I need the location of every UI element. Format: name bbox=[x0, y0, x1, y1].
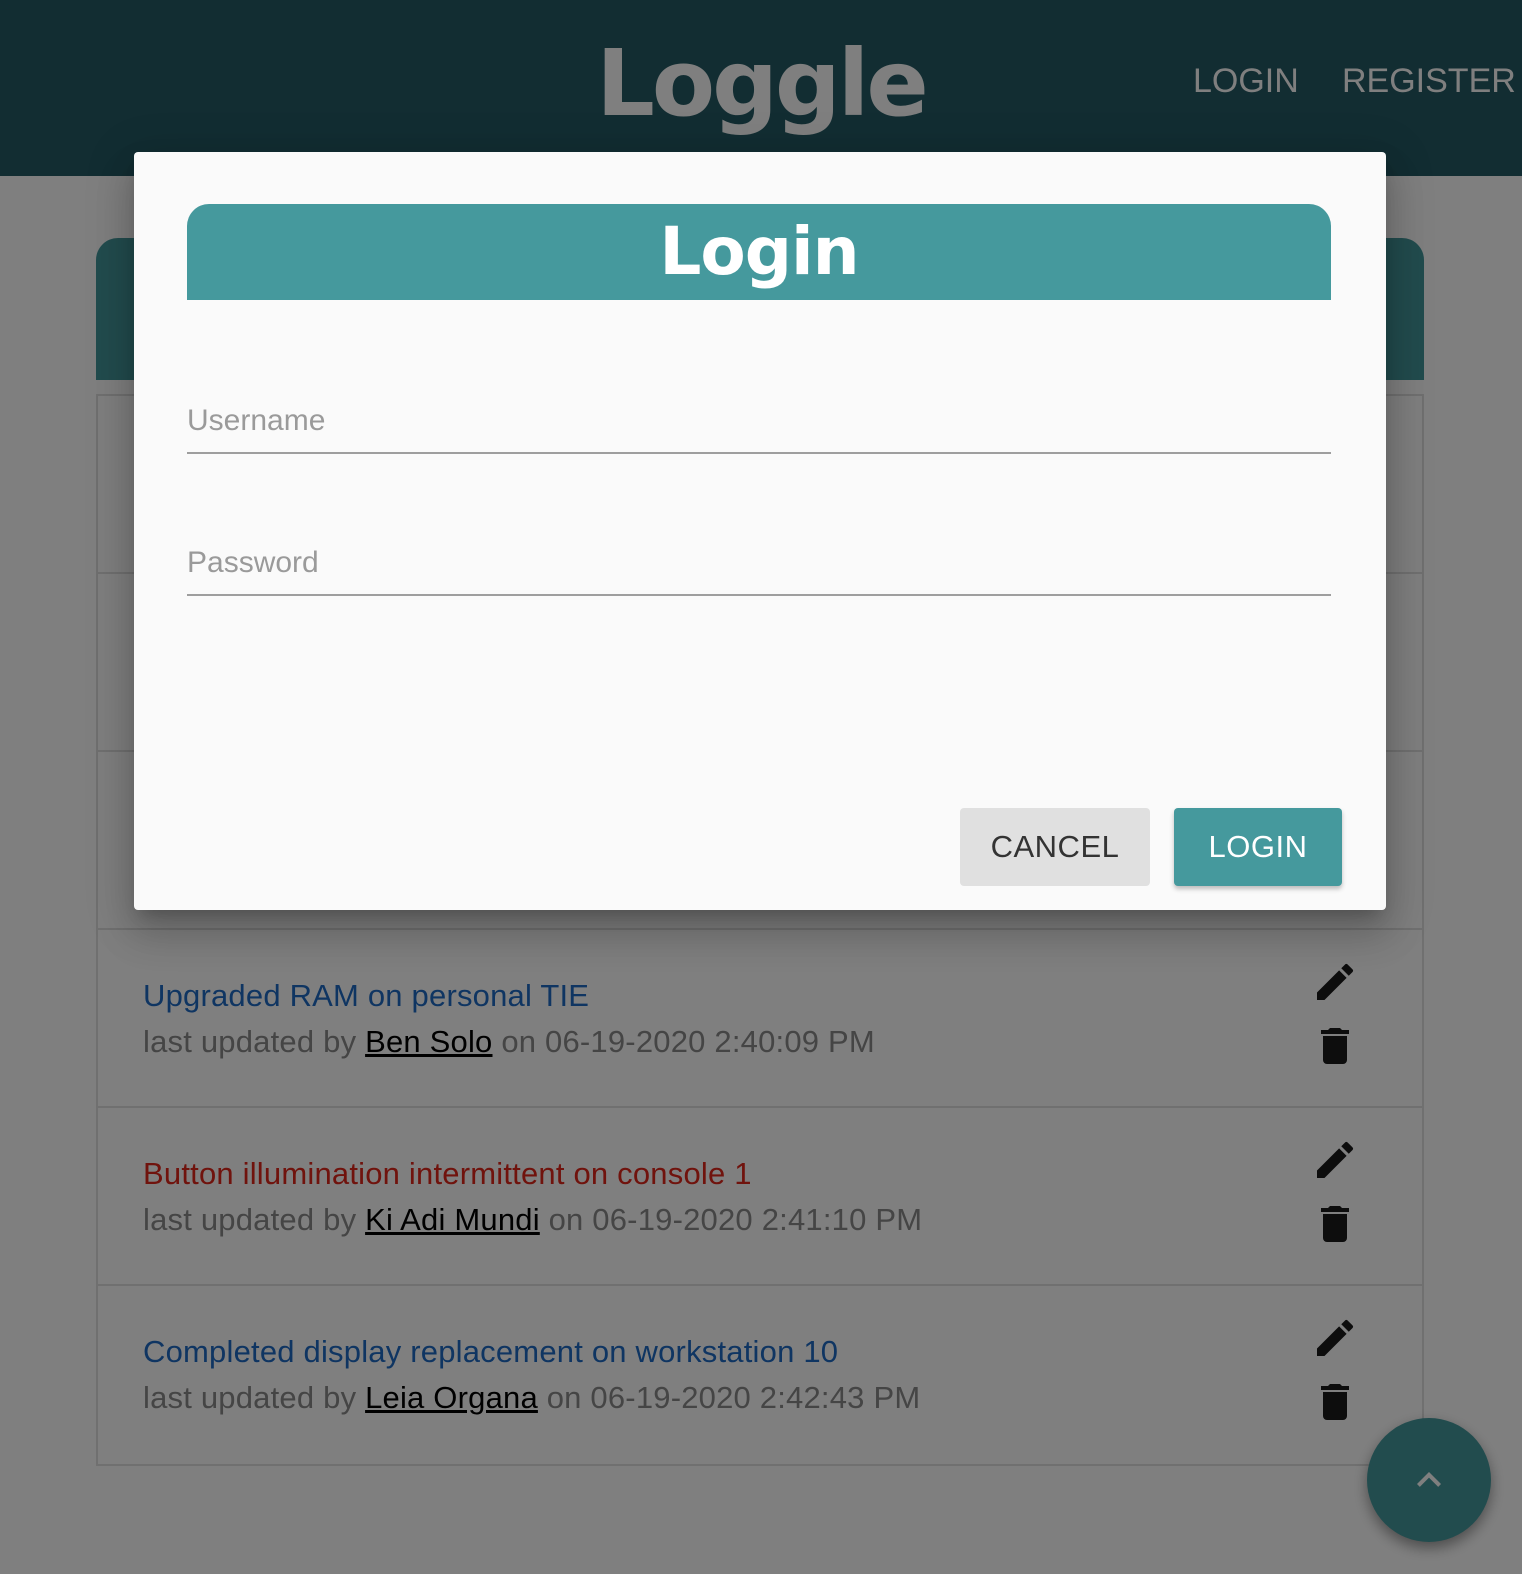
login-dialog: Login CANCEL LOGIN bbox=[134, 152, 1386, 910]
cancel-button[interactable]: CANCEL bbox=[960, 808, 1150, 886]
username-field[interactable] bbox=[187, 384, 1331, 454]
dialog-title: Login bbox=[187, 204, 1331, 300]
password-field[interactable] bbox=[187, 526, 1331, 596]
password-input[interactable] bbox=[187, 546, 1331, 580]
login-button[interactable]: LOGIN bbox=[1174, 808, 1342, 886]
username-input[interactable] bbox=[187, 404, 1331, 438]
